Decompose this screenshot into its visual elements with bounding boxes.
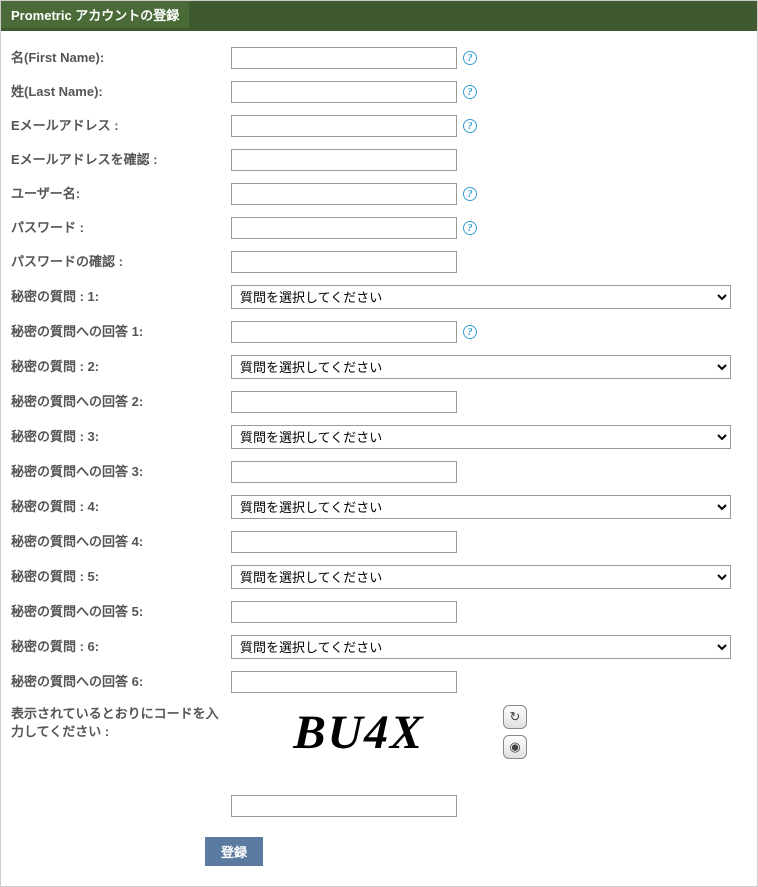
label-sq1: 秘密の質問 : 1: bbox=[9, 288, 231, 306]
speaker-icon: ◉ bbox=[509, 739, 520, 755]
row-captcha-input bbox=[9, 795, 749, 817]
form-header: Prometric アカウントの登録 bbox=[1, 1, 757, 31]
label-sa3: 秘密の質問への回答 3: bbox=[9, 463, 231, 481]
row-sa6: 秘密の質問への回答 6: bbox=[9, 671, 749, 693]
captcha-controls: ↻ ◉ bbox=[503, 705, 527, 759]
help-icon[interactable]: ? bbox=[463, 51, 477, 65]
label-password-confirm: パスワードの確認 : bbox=[9, 253, 231, 271]
register-button[interactable]: 登録 bbox=[205, 837, 263, 866]
help-icon[interactable]: ? bbox=[463, 221, 477, 235]
label-email: Eメールアドレス : bbox=[9, 117, 231, 135]
secret-answer-5-input[interactable] bbox=[231, 601, 457, 623]
secret-question-6-select[interactable]: 質問を選択してください bbox=[231, 635, 731, 659]
password-input[interactable] bbox=[231, 217, 457, 239]
submit-row: 登録 bbox=[205, 837, 749, 866]
form-title: Prometric アカウントの登録 bbox=[1, 1, 189, 28]
secret-answer-4-input[interactable] bbox=[231, 531, 457, 553]
help-icon[interactable]: ? bbox=[463, 119, 477, 133]
label-sa2: 秘密の質問への回答 2: bbox=[9, 393, 231, 411]
help-icon[interactable]: ? bbox=[463, 187, 477, 201]
row-username: ユーザー名: ? bbox=[9, 183, 749, 205]
label-email-confirm: Eメールアドレスを確認 : bbox=[9, 151, 231, 169]
row-password-confirm: パスワードの確認 : bbox=[9, 251, 749, 273]
first-name-input[interactable] bbox=[231, 47, 457, 69]
secret-answer-1-input[interactable] bbox=[231, 321, 457, 343]
label-last-name: 姓(Last Name): bbox=[9, 83, 231, 101]
audio-captcha-button[interactable]: ◉ bbox=[503, 735, 527, 759]
captcha-input[interactable] bbox=[231, 795, 457, 817]
row-sq3: 秘密の質問 : 3: 質問を選択してください bbox=[9, 425, 749, 449]
last-name-input[interactable] bbox=[231, 81, 457, 103]
secret-question-2-select[interactable]: 質問を選択してください bbox=[231, 355, 731, 379]
label-sa6: 秘密の質問への回答 6: bbox=[9, 673, 231, 691]
captcha-image: BU4X bbox=[230, 705, 488, 759]
label-sq2: 秘密の質問 : 2: bbox=[9, 358, 231, 376]
label-sq5: 秘密の質問 : 5: bbox=[9, 568, 231, 586]
refresh-icon: ↻ bbox=[510, 709, 521, 725]
email-input[interactable] bbox=[231, 115, 457, 137]
secret-answer-2-input[interactable] bbox=[231, 391, 457, 413]
secret-question-4-select[interactable]: 質問を選択してください bbox=[231, 495, 731, 519]
row-password: パスワード : ? bbox=[9, 217, 749, 239]
row-last-name: 姓(Last Name): ? bbox=[9, 81, 749, 103]
label-sq3: 秘密の質問 : 3: bbox=[9, 428, 231, 446]
help-icon[interactable]: ? bbox=[463, 325, 477, 339]
secret-question-5-select[interactable]: 質問を選択してください bbox=[231, 565, 731, 589]
row-captcha: 表示されているとおりにコードを入力してください : BU4X ↻ ◉ bbox=[9, 705, 749, 759]
help-icon[interactable]: ? bbox=[463, 85, 477, 99]
row-sa4: 秘密の質問への回答 4: bbox=[9, 531, 749, 553]
row-sq1: 秘密の質問 : 1: 質問を選択してください bbox=[9, 285, 749, 309]
refresh-captcha-button[interactable]: ↻ bbox=[503, 705, 527, 729]
label-password: パスワード : bbox=[9, 219, 231, 237]
row-sq6: 秘密の質問 : 6: 質問を選択してください bbox=[9, 635, 749, 659]
password-confirm-input[interactable] bbox=[231, 251, 457, 273]
row-email: Eメールアドレス : ? bbox=[9, 115, 749, 137]
email-confirm-input[interactable] bbox=[231, 149, 457, 171]
row-sa3: 秘密の質問への回答 3: bbox=[9, 461, 749, 483]
row-first-name: 名(First Name): ? bbox=[9, 47, 749, 69]
secret-question-1-select[interactable]: 質問を選択してください bbox=[231, 285, 731, 309]
row-sa2: 秘密の質問への回答 2: bbox=[9, 391, 749, 413]
row-sq5: 秘密の質問 : 5: 質問を選択してください bbox=[9, 565, 749, 589]
row-sq2: 秘密の質問 : 2: 質問を選択してください bbox=[9, 355, 749, 379]
label-username: ユーザー名: bbox=[9, 185, 231, 203]
secret-question-3-select[interactable]: 質問を選択してください bbox=[231, 425, 731, 449]
form-area: 名(First Name): ? 姓(Last Name): ? Eメールアドレ… bbox=[1, 31, 757, 866]
label-sa4: 秘密の質問への回答 4: bbox=[9, 533, 231, 551]
row-sq4: 秘密の質問 : 4: 質問を選択してください bbox=[9, 495, 749, 519]
label-first-name: 名(First Name): bbox=[9, 49, 231, 67]
secret-answer-6-input[interactable] bbox=[231, 671, 457, 693]
label-sa5: 秘密の質問への回答 5: bbox=[9, 603, 231, 621]
label-sq6: 秘密の質問 : 6: bbox=[9, 638, 231, 656]
label-sq4: 秘密の質問 : 4: bbox=[9, 498, 231, 516]
label-sa1: 秘密の質問への回答 1: bbox=[9, 323, 231, 341]
username-input[interactable] bbox=[231, 183, 457, 205]
secret-answer-3-input[interactable] bbox=[231, 461, 457, 483]
row-email-confirm: Eメールアドレスを確認 : bbox=[9, 149, 749, 171]
row-sa5: 秘密の質問への回答 5: bbox=[9, 601, 749, 623]
row-sa1: 秘密の質問への回答 1: ? bbox=[9, 321, 749, 343]
registration-form-container: Prometric アカウントの登録 名(First Name): ? 姓(La… bbox=[0, 0, 758, 887]
label-captcha: 表示されているとおりにコードを入力してください : bbox=[9, 705, 231, 741]
